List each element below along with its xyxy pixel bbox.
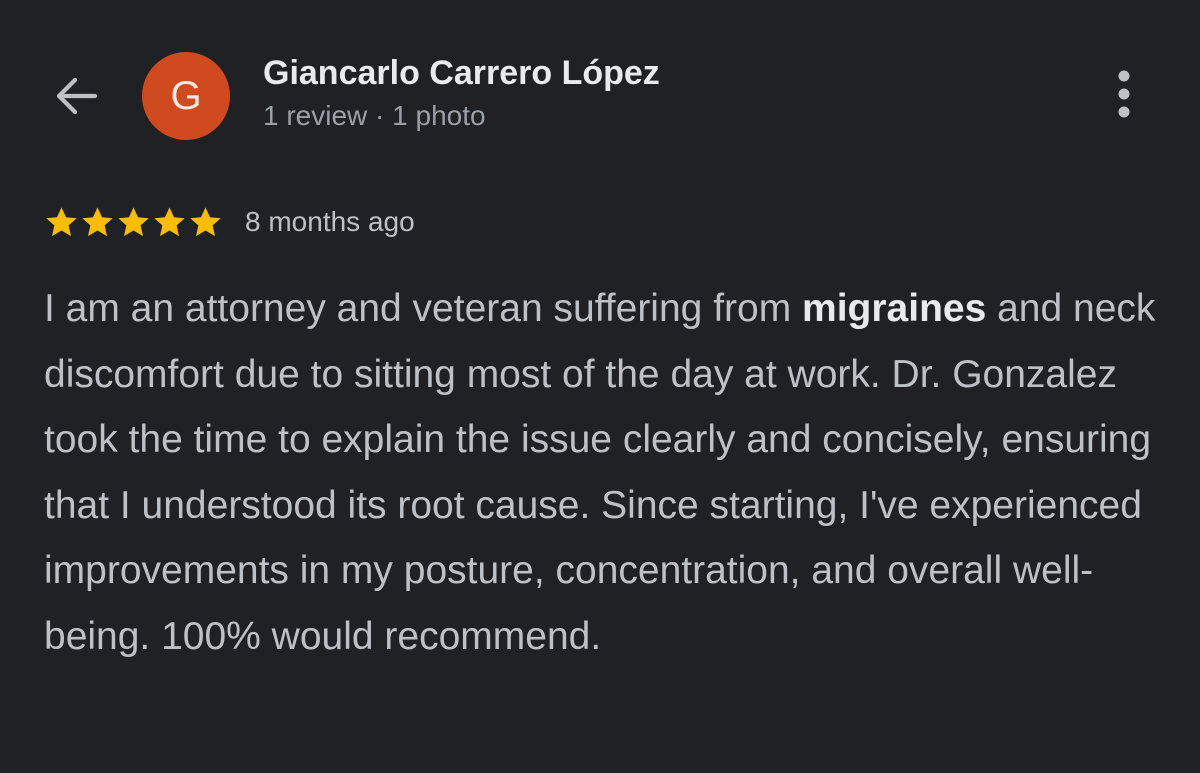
avatar-letter: G <box>170 73 202 118</box>
highlighted-keyword: migraines <box>802 287 987 330</box>
star-icon <box>190 206 221 236</box>
avatar[interactable]: G <box>142 52 230 140</box>
rating-row: 8 months ago <box>44 202 415 242</box>
review-time: 8 months ago <box>245 206 415 237</box>
more-vert-icon <box>1118 70 1130 118</box>
star-icon <box>82 206 113 236</box>
reviewer-name[interactable]: Giancarlo Carrero López <box>263 54 660 93</box>
review-header: G Giancarlo Carrero López 1 review · 1 p… <box>0 0 1200 170</box>
reviewer-stats: 1 review · 1 photo <box>263 100 486 131</box>
arrow-left-icon <box>56 77 98 115</box>
review-text-part: I am an attorney and veteran suffering f… <box>44 287 803 330</box>
star-rating <box>44 205 223 240</box>
more-options-button[interactable] <box>1100 66 1148 122</box>
star-icon <box>46 206 77 236</box>
review-text-part: and neck discomfort due to sitting most … <box>44 287 1156 658</box>
review-text: I am an attorney and veteran suffering f… <box>44 276 1164 669</box>
back-button[interactable] <box>48 68 104 124</box>
star-icon <box>154 206 185 236</box>
star-icon <box>118 206 149 236</box>
